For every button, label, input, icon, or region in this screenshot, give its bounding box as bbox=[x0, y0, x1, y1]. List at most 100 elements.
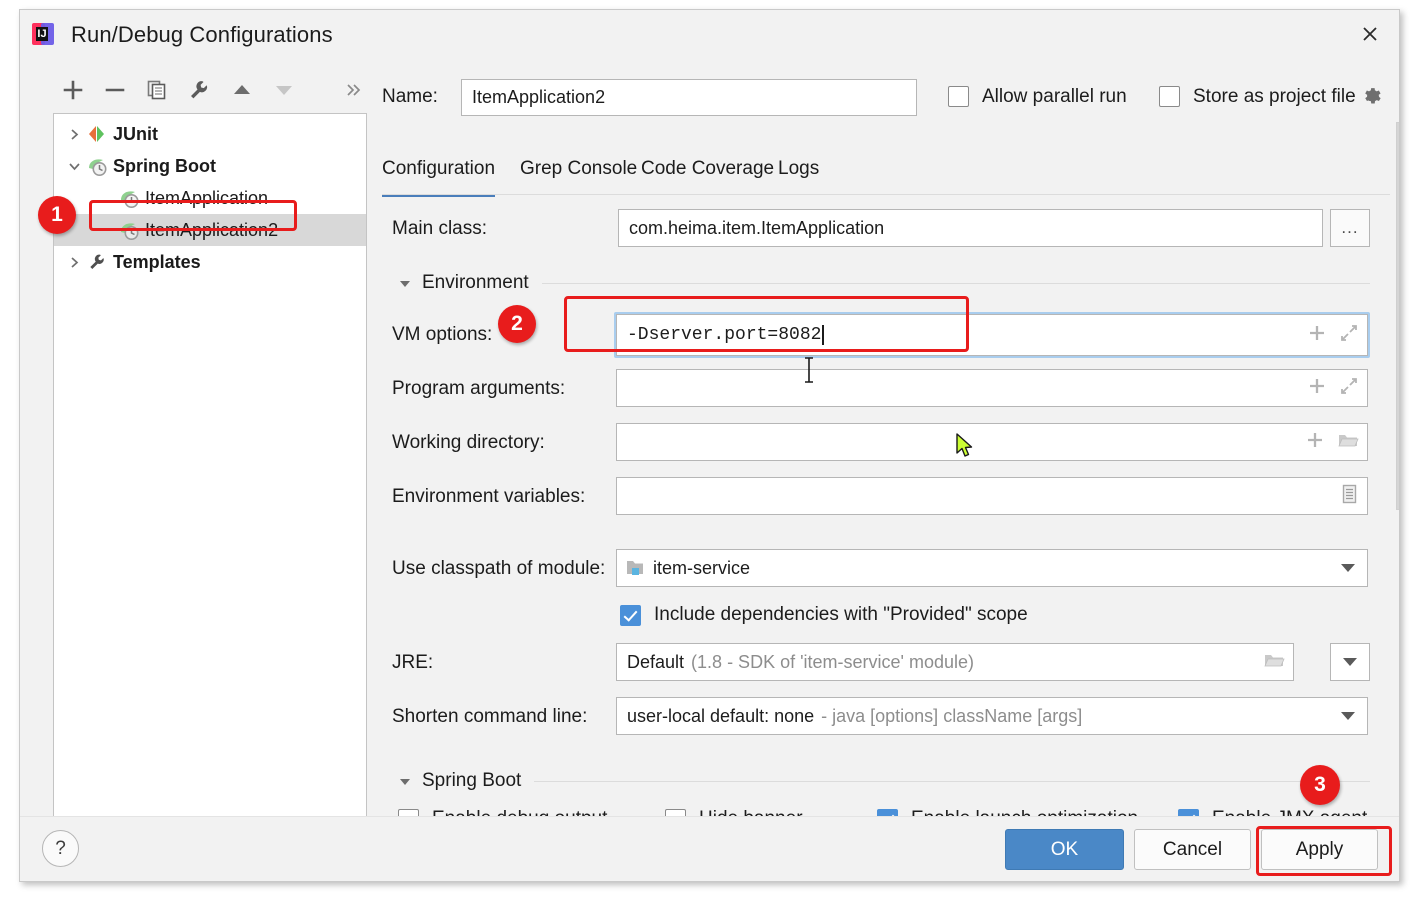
chevron-right-icon[interactable] bbox=[66, 126, 82, 142]
intellij-idea-icon: IJ bbox=[32, 23, 54, 45]
environment-variables-input[interactable] bbox=[616, 477, 1368, 515]
expand-icon[interactable] bbox=[1339, 323, 1359, 348]
plus-icon[interactable] bbox=[1307, 323, 1327, 348]
program-arguments-label: Program arguments: bbox=[392, 378, 565, 400]
apply-button[interactable]: Apply bbox=[1261, 829, 1378, 870]
configuration-form: Main class: com.heima.item.ItemApplicati… bbox=[382, 196, 1390, 831]
working-directory-field-icons bbox=[1305, 424, 1359, 460]
spring-boot-icon bbox=[118, 220, 140, 240]
chevron-down-icon[interactable] bbox=[66, 158, 82, 174]
tree-item-itemapplication[interactable]: ItemApplication bbox=[54, 182, 366, 214]
content-scrollbar-thumb[interactable] bbox=[1396, 122, 1400, 510]
configurations-tree[interactable]: JUnit Spring Boot bbox=[53, 113, 367, 819]
tree-item-label: JUnit bbox=[113, 124, 158, 145]
move-down-button[interactable] bbox=[267, 71, 301, 109]
remove-configuration-button[interactable] bbox=[98, 71, 132, 109]
main-class-input[interactable]: com.heima.item.ItemApplication bbox=[618, 209, 1323, 247]
vm-options-label: VM options: bbox=[392, 324, 492, 346]
plus-icon[interactable] bbox=[1307, 376, 1327, 401]
shorten-command-line-label: Shorten command line: bbox=[392, 706, 587, 728]
allow-parallel-run-label: Allow parallel run bbox=[982, 86, 1127, 108]
spring-boot-section-header[interactable]: Spring Boot bbox=[398, 770, 521, 792]
module-icon bbox=[625, 559, 645, 577]
name-label: Name: bbox=[382, 86, 438, 108]
allow-parallel-run-checkbox[interactable] bbox=[948, 86, 969, 107]
store-as-project-file-checkbox[interactable] bbox=[1159, 86, 1180, 107]
configurations-toolbar bbox=[52, 71, 382, 113]
chevron-down-icon[interactable] bbox=[1341, 712, 1355, 720]
environment-variables-field-icons bbox=[1339, 478, 1359, 514]
use-classpath-of-module-select[interactable]: item-service bbox=[616, 549, 1368, 587]
use-classpath-of-module-label: Use classpath of module: bbox=[392, 558, 605, 580]
chevron-down-icon bbox=[1343, 658, 1357, 666]
tab-grep-console[interactable]: Grep Console bbox=[520, 158, 637, 194]
program-arguments-field-icons bbox=[1307, 370, 1359, 406]
mouse-pointer-cursor bbox=[954, 432, 974, 465]
jre-input[interactable]: Default (1.8 - SDK of 'item-service' mod… bbox=[616, 643, 1294, 681]
tab-logs[interactable]: Logs bbox=[778, 158, 819, 194]
move-up-button[interactable] bbox=[225, 71, 259, 109]
section-divider bbox=[542, 283, 1370, 284]
run-debug-configurations-dialog: IJ Run/Debug Configurations bbox=[19, 9, 1400, 882]
text-caret bbox=[822, 325, 824, 345]
environment-variables-label: Environment variables: bbox=[392, 486, 585, 508]
store-as-project-file-label: Store as project file bbox=[1193, 86, 1356, 108]
wrench-icon[interactable] bbox=[182, 71, 216, 109]
tree-item-label: Spring Boot bbox=[113, 156, 216, 177]
include-provided-scope-label: Include dependencies with "Provided" sco… bbox=[654, 604, 1028, 626]
junit-icon bbox=[86, 124, 108, 144]
chevron-down-icon[interactable] bbox=[1341, 564, 1355, 572]
main-class-label: Main class: bbox=[392, 218, 487, 240]
folder-icon[interactable] bbox=[1263, 650, 1285, 675]
working-directory-input[interactable] bbox=[616, 423, 1368, 461]
vm-options-field-icons bbox=[1307, 315, 1359, 355]
include-provided-scope-checkbox[interactable] bbox=[620, 605, 641, 626]
list-icon[interactable] bbox=[1339, 483, 1359, 510]
tree-item-label: ItemApplication bbox=[145, 188, 268, 209]
dialog-button-bar: ? OK Cancel Apply bbox=[20, 816, 1399, 881]
spring-boot-section-label: Spring Boot bbox=[422, 770, 521, 792]
environment-section-header[interactable]: Environment bbox=[398, 272, 529, 294]
tree-item-itemapplication2[interactable]: ItemApplication2 bbox=[54, 214, 366, 246]
use-classpath-of-module-value-wrap: item-service bbox=[625, 550, 750, 586]
annotation-badge-2: 2 bbox=[498, 305, 536, 343]
wrench-icon bbox=[86, 252, 108, 272]
spring-boot-icon bbox=[118, 188, 140, 208]
text-ibeam-cursor bbox=[802, 357, 816, 388]
main-class-value: com.heima.item.ItemApplication bbox=[629, 210, 884, 246]
tree-item-label: Templates bbox=[113, 252, 201, 273]
configuration-tabs: Configuration Grep Console Code Coverage… bbox=[382, 158, 1390, 194]
spring-boot-icon bbox=[86, 156, 108, 176]
tree-item-templates[interactable]: Templates bbox=[54, 246, 366, 278]
overflow-button[interactable] bbox=[337, 71, 371, 109]
dialog-title: Run/Debug Configurations bbox=[71, 22, 333, 48]
add-configuration-button[interactable] bbox=[56, 71, 90, 109]
shorten-command-line-select[interactable]: user-local default: none - java [options… bbox=[616, 697, 1368, 735]
copy-configuration-button[interactable] bbox=[140, 71, 174, 109]
dialog-titlebar: IJ Run/Debug Configurations bbox=[20, 10, 1399, 56]
plus-icon[interactable] bbox=[1305, 430, 1325, 455]
cancel-button[interactable]: Cancel bbox=[1134, 829, 1251, 870]
program-arguments-input[interactable] bbox=[616, 369, 1368, 407]
jre-dropdown-button[interactable] bbox=[1330, 643, 1370, 681]
section-divider bbox=[534, 781, 1370, 782]
expand-icon[interactable] bbox=[1339, 376, 1359, 401]
ok-button[interactable]: OK bbox=[1005, 829, 1124, 870]
working-directory-label: Working directory: bbox=[392, 432, 545, 454]
tab-configuration[interactable]: Configuration bbox=[382, 158, 495, 194]
main-class-browse-button[interactable]: ... bbox=[1330, 209, 1370, 247]
shorten-command-line-value: user-local default: none bbox=[627, 706, 814, 727]
chevron-right-icon[interactable] bbox=[66, 254, 82, 270]
gear-icon[interactable] bbox=[1359, 86, 1381, 108]
tab-code-coverage[interactable]: Code Coverage bbox=[641, 158, 774, 194]
annotation-badge-1: 1 bbox=[38, 196, 76, 234]
help-button[interactable]: ? bbox=[42, 830, 79, 867]
tree-item-junit[interactable]: JUnit bbox=[54, 118, 366, 150]
name-input[interactable] bbox=[461, 79, 917, 116]
vm-options-input[interactable]: -Dserver.port=8082 bbox=[616, 314, 1368, 356]
jre-value-hint: (1.8 - SDK of 'item-service' module) bbox=[691, 652, 974, 673]
folder-icon[interactable] bbox=[1337, 430, 1359, 455]
tree-item-spring-boot[interactable]: Spring Boot bbox=[54, 150, 366, 182]
shorten-command-line-value-wrap: user-local default: none - java [options… bbox=[627, 698, 1082, 734]
close-icon[interactable] bbox=[1351, 18, 1389, 50]
